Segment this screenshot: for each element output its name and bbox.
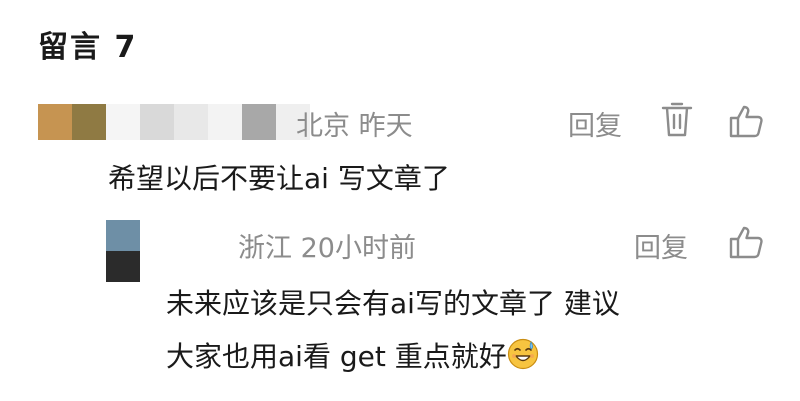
reply-text-line-2: 大家也用ai看 get 重点就好 [166, 340, 507, 373]
thumbs-up-icon[interactable] [728, 103, 764, 143]
avatar[interactable] [106, 220, 140, 282]
reply-button[interactable]: 回复 [568, 104, 622, 143]
reply-button[interactable]: 回复 [634, 226, 688, 265]
reply-text-line: 未来应该是只会有ai写的文章了 建议 [166, 287, 620, 320]
trash-icon[interactable] [660, 101, 694, 143]
thumbs-up-icon[interactable] [728, 224, 764, 264]
avatar[interactable] [38, 104, 310, 140]
sweat-smile-emoji-icon [507, 338, 539, 370]
reply-location-time: 浙江 20小时前 [238, 233, 416, 264]
comments-section-title: 留言 7 [38, 30, 138, 65]
comment-text: 希望以后不要让ai 写文章了 [108, 162, 450, 195]
comment-location-time: 北京 昨天 [296, 111, 413, 142]
reply-text-line: 大家也用ai看 get 重点就好 [166, 335, 539, 375]
